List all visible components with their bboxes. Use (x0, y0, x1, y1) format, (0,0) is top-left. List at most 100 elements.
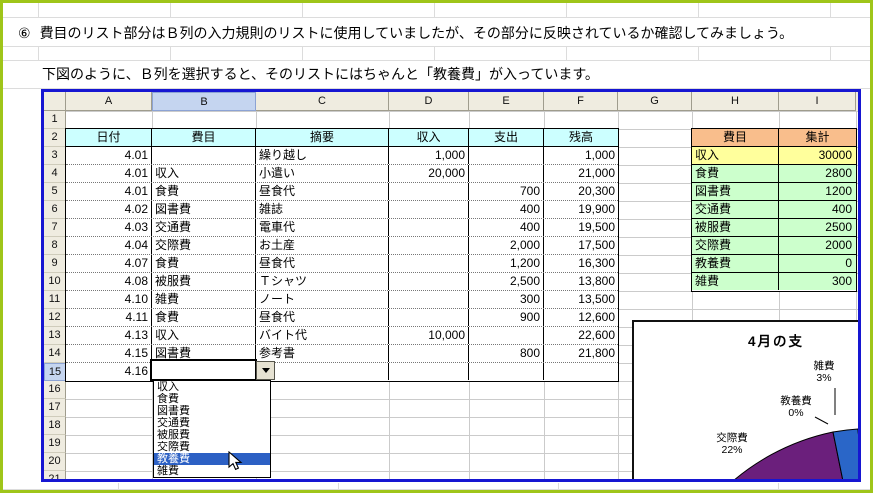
cell-total[interactable]: 0 (779, 255, 856, 272)
active-cell-b15[interactable] (150, 359, 257, 381)
cell-category[interactable]: 交通費 (152, 219, 256, 236)
cell-description[interactable]: 昼食代 (256, 255, 389, 272)
dropdown-item-教養費[interactable]: 教養費 (154, 453, 270, 465)
cell-balance[interactable]: 19,900 (544, 201, 618, 218)
row-header-12[interactable]: 12 (44, 309, 66, 327)
cell-date[interactable]: 4.13 (66, 327, 152, 344)
row-header-10[interactable]: 10 (44, 273, 66, 291)
cell-income[interactable] (389, 363, 469, 380)
cell-date[interactable]: 4.07 (66, 255, 152, 272)
cell-balance[interactable]: 13,800 (544, 273, 618, 290)
row-header-3[interactable]: 3 (44, 147, 66, 165)
cell-income[interactable] (389, 309, 469, 326)
cell-date[interactable]: 4.16 (66, 363, 152, 380)
ledger-header-date[interactable]: 日付 (66, 129, 152, 146)
cell-income[interactable]: 20,000 (389, 165, 469, 182)
cell-income[interactable]: 1,000 (389, 147, 469, 164)
column-header-B[interactable]: B (152, 92, 256, 111)
cell-date[interactable]: 4.11 (66, 309, 152, 326)
cell-description[interactable] (256, 363, 389, 380)
cell-description[interactable]: 昼食代 (256, 309, 389, 326)
cell-income[interactable] (389, 255, 469, 272)
cell-income[interactable] (389, 183, 469, 200)
cell-category[interactable]: 図書費 (692, 183, 779, 200)
cell-category[interactable]: 教養費 (692, 255, 779, 272)
cell-date[interactable]: 4.01 (66, 165, 152, 182)
column-header-I[interactable]: I (779, 92, 856, 111)
cell-expense[interactable]: 1,200 (469, 255, 544, 272)
cell-category[interactable]: 食費 (152, 183, 256, 200)
cell-total[interactable]: 30000 (779, 147, 856, 164)
dropdown-item-交通費[interactable]: 交通費 (154, 417, 270, 429)
row-header-21[interactable]: 21 (44, 471, 66, 479)
row-header-16[interactable]: 16 (44, 381, 66, 399)
cell-category[interactable]: 食費 (692, 165, 779, 182)
cell-description[interactable]: 雑誌 (256, 201, 389, 218)
cell-expense[interactable]: 900 (469, 309, 544, 326)
cell-balance[interactable]: 21,800 (544, 345, 618, 362)
dropdown-item-雑費[interactable]: 雑費 (154, 465, 270, 477)
cell-income[interactable] (389, 291, 469, 308)
dropdown-item-図書費[interactable]: 図書費 (154, 405, 270, 417)
cell-income[interactable] (389, 201, 469, 218)
cell-date[interactable]: 4.15 (66, 345, 152, 362)
cell-balance[interactable]: 20,300 (544, 183, 618, 200)
cell-date[interactable]: 4.03 (66, 219, 152, 236)
cell-category[interactable]: 食費 (152, 255, 256, 272)
column-header-E[interactable]: E (469, 92, 544, 111)
cell-balance[interactable]: 17,500 (544, 237, 618, 254)
cell-date[interactable]: 4.01 (66, 183, 152, 200)
ledger-header-description[interactable]: 摘要 (256, 129, 389, 146)
cell-category[interactable]: 被服費 (152, 273, 256, 290)
column-header-F[interactable]: F (544, 92, 618, 111)
pasted-screenshot[interactable]: ABCDEFGHI 1 2 3 4 5 6 7 8 9 10 11 12 13 14 15 16 17 18 19 2… (41, 89, 861, 482)
validation-dropdown-list[interactable]: 収入 食費 図書費 交通費 被服費 交際費 教養費 雑費 (153, 380, 271, 478)
column-header-A[interactable]: A (66, 92, 152, 111)
cell-category[interactable] (152, 147, 256, 164)
ledger-header-balance[interactable]: 残高 (544, 129, 618, 146)
row-header-9[interactable]: 9 (44, 255, 66, 273)
row-header-18[interactable]: 18 (44, 417, 66, 435)
cell-expense[interactable]: 300 (469, 291, 544, 308)
cell-date[interactable]: 4.02 (66, 201, 152, 218)
cell-description[interactable]: ノート (256, 291, 389, 308)
cell-income[interactable]: 10,000 (389, 327, 469, 344)
column-header-H[interactable]: H (692, 92, 779, 111)
dropdown-item-交際費[interactable]: 交際費 (154, 441, 270, 453)
ledger-header-category[interactable]: 費目 (152, 129, 256, 146)
cell-balance[interactable]: 21,000 (544, 165, 618, 182)
cell-description[interactable]: バイト代 (256, 327, 389, 344)
cell-expense[interactable]: 2,500 (469, 273, 544, 290)
cell-balance[interactable] (544, 363, 618, 380)
cell-expense[interactable]: 800 (469, 345, 544, 362)
row-header-8[interactable]: 8 (44, 237, 66, 255)
cell-expense[interactable] (469, 363, 544, 380)
row-header-11[interactable]: 11 (44, 291, 66, 309)
row-header-6[interactable]: 6 (44, 201, 66, 219)
cell-total[interactable]: 400 (779, 201, 856, 218)
cell-balance[interactable]: 19,500 (544, 219, 618, 236)
cell-category[interactable]: 雑費 (152, 291, 256, 308)
row-header-1[interactable]: 1 (44, 111, 66, 129)
dropdown-item-収入[interactable]: 収入 (154, 381, 270, 393)
dropdown-button[interactable] (256, 361, 275, 380)
summary-header-category[interactable]: 費目 (692, 129, 779, 146)
cell-expense[interactable]: 400 (469, 219, 544, 236)
cell-date[interactable]: 4.01 (66, 147, 152, 164)
row-header-13[interactable]: 13 (44, 327, 66, 345)
cell-date[interactable]: 4.08 (66, 273, 152, 290)
cell-income[interactable] (389, 345, 469, 362)
cell-balance[interactable]: 16,300 (544, 255, 618, 272)
dropdown-item-被服費[interactable]: 被服費 (154, 429, 270, 441)
row-header-19[interactable]: 19 (44, 435, 66, 453)
cell-date[interactable]: 4.10 (66, 291, 152, 308)
cell-description[interactable]: 繰り越し (256, 147, 389, 164)
row-header-15[interactable]: 15 (44, 363, 66, 381)
cell-income[interactable] (389, 273, 469, 290)
cell-category[interactable]: 収入 (152, 165, 256, 182)
row-header-2[interactable]: 2 (44, 129, 66, 147)
cell-date[interactable]: 4.04 (66, 237, 152, 254)
cell-balance[interactable]: 13,500 (544, 291, 618, 308)
cell-total[interactable]: 2000 (779, 237, 856, 254)
cell-description[interactable]: 参考書 (256, 345, 389, 362)
